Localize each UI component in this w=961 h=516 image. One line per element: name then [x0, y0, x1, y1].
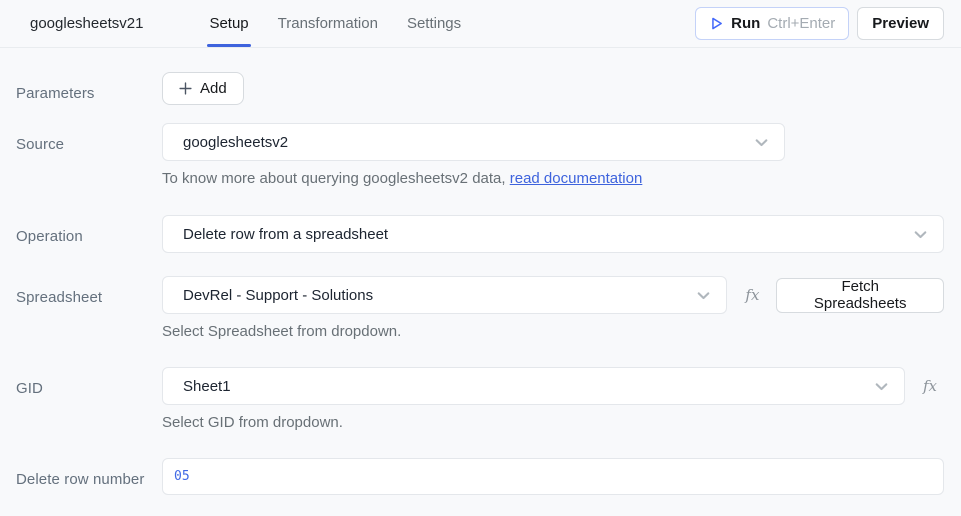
- spreadsheet-helper-text: Select Spreadsheet from dropdown.: [162, 323, 944, 340]
- query-setup-form: Parameters Add Source googlesheetsv2 To …: [0, 72, 961, 495]
- query-title: googlesheetsv21: [30, 15, 143, 32]
- gid-row: GID Sheet1 fx Select GID from dropdown.: [16, 367, 944, 431]
- add-parameter-button[interactable]: Add: [162, 72, 244, 105]
- spreadsheet-label: Spreadsheet: [16, 276, 162, 340]
- preview-button-label: Preview: [872, 15, 929, 32]
- tab-transformation-label: Transformation: [278, 15, 378, 32]
- gid-select-value: Sheet1: [183, 378, 231, 395]
- parameters-label: Parameters: [16, 72, 162, 106]
- read-documentation-link[interactable]: read documentation: [510, 170, 643, 187]
- header-actions: Run Ctrl+Enter Preview: [695, 7, 944, 40]
- spreadsheet-select-value: DevRel - Support - Solutions: [183, 287, 373, 304]
- gid-select[interactable]: Sheet1: [162, 367, 905, 405]
- operation-label: Operation: [16, 215, 162, 253]
- delete-row-number-input[interactable]: 05: [162, 458, 944, 495]
- add-plus-icon: [179, 82, 192, 95]
- spreadsheet-select[interactable]: DevRel - Support - Solutions: [162, 276, 727, 314]
- run-button-label: Run: [731, 15, 760, 32]
- tab-setup[interactable]: Setup: [207, 0, 250, 48]
- tab-setup-label: Setup: [209, 15, 248, 32]
- source-helper-prefix: To know more about querying googlesheets…: [162, 170, 510, 187]
- editor-tabs: Setup Transformation Settings: [207, 0, 488, 48]
- tab-settings[interactable]: Settings: [405, 0, 463, 48]
- chevron-down-icon: [912, 226, 929, 243]
- fetch-spreadsheets-label: Fetch Spreadsheets: [793, 278, 927, 312]
- source-helper-text: To know more about querying googlesheets…: [162, 170, 944, 187]
- parameters-row: Parameters Add: [16, 72, 944, 106]
- source-select[interactable]: googlesheetsv2: [162, 123, 785, 161]
- fx-toggle-icon[interactable]: fx: [745, 286, 759, 304]
- run-play-icon: [709, 16, 724, 31]
- spreadsheet-row: Spreadsheet DevRel - Support - Solutions…: [16, 276, 944, 340]
- add-parameter-label: Add: [200, 80, 227, 97]
- fetch-spreadsheets-button[interactable]: Fetch Spreadsheets: [776, 278, 944, 313]
- source-row: Source googlesheetsv2 To know more about…: [16, 123, 944, 187]
- chevron-down-icon: [873, 378, 890, 395]
- operation-select[interactable]: Delete row from a spreadsheet: [162, 215, 944, 253]
- gid-helper-text: Select GID from dropdown.: [162, 414, 944, 431]
- source-label: Source: [16, 123, 162, 187]
- delete-row-number-row: Delete row number 05: [16, 458, 944, 495]
- delete-row-number-label: Delete row number: [16, 458, 162, 495]
- operation-row: Operation Delete row from a spreadsheet: [16, 215, 944, 253]
- run-shortcut: Ctrl+Enter: [767, 15, 835, 32]
- preview-button[interactable]: Preview: [857, 7, 944, 40]
- delete-row-number-value: 05: [174, 470, 190, 483]
- chevron-down-icon: [753, 134, 770, 151]
- fx-toggle-icon[interactable]: fx: [923, 377, 937, 395]
- run-button[interactable]: Run Ctrl+Enter: [695, 7, 849, 40]
- gid-label: GID: [16, 367, 162, 431]
- source-select-value: googlesheetsv2: [183, 134, 288, 151]
- chevron-down-icon: [695, 287, 712, 304]
- query-editor-header: googlesheetsv21 Setup Transformation Set…: [0, 0, 961, 48]
- operation-select-value: Delete row from a spreadsheet: [183, 226, 388, 243]
- tab-settings-label: Settings: [407, 15, 461, 32]
- tab-transformation[interactable]: Transformation: [276, 0, 380, 48]
